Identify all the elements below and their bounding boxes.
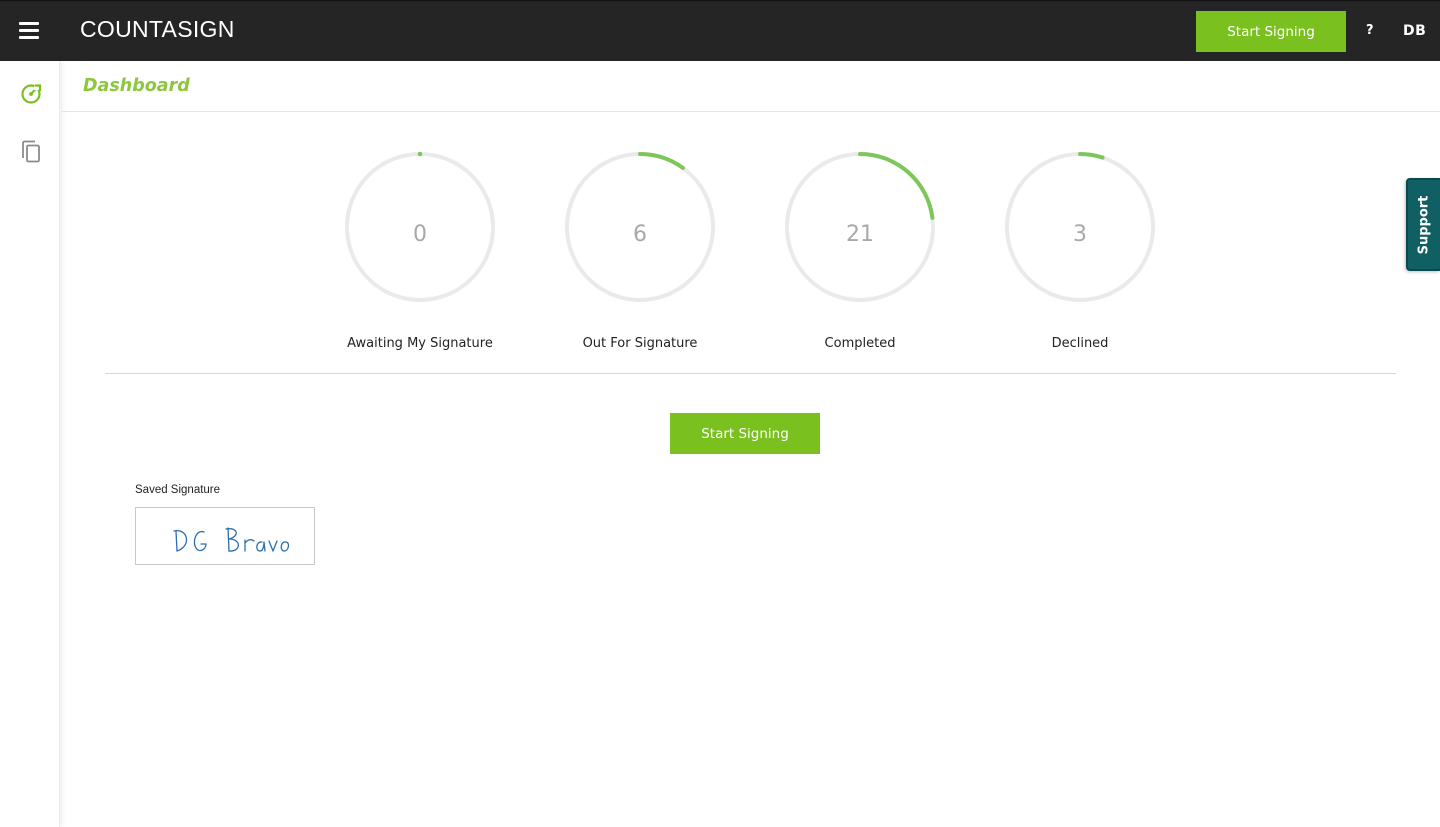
stat-value: 21 [846,222,874,247]
stat-awaiting-my-signature[interactable]: 0 Awaiting My Signature [320,150,520,351]
countasign-logo[interactable]: COUNTASIGN [80,16,235,43]
stat-completed[interactable]: 21 Completed [760,150,960,351]
header-start-signing-button[interactable]: Start Signing [1196,11,1346,52]
stat-value: 6 [633,222,647,247]
hamburger-menu-icon[interactable] [19,22,39,40]
dashboard-gauge-icon[interactable] [20,83,42,105]
start-signing-button[interactable]: Start Signing [670,413,820,454]
support-label: Support [1416,195,1432,254]
stat-label: Awaiting My Signature [347,336,493,351]
stat-label: Out For Signature [582,336,698,351]
page-title: Dashboard [83,76,190,96]
help-button[interactable]: ? [1366,23,1374,38]
support-tab[interactable]: Support [1406,178,1440,271]
documents-copy-icon[interactable] [20,140,42,163]
saved-signature-label: Saved Signature [135,484,221,496]
signature-image [173,527,290,552]
stat-value: 3 [1073,222,1087,247]
logo-text: COUNTASIGN [80,16,235,42]
page-title-bar: Dashboard [61,61,1440,112]
saved-signature-box[interactable] [135,507,315,565]
user-avatar-initials[interactable]: DB [1403,23,1426,39]
section-divider [105,373,1396,374]
top-navigation-bar: COUNTASIGN Start Signing ? DB [0,0,1440,61]
sidebar [0,61,60,827]
stat-out-for-signature[interactable]: 6 Out For Signature [540,150,740,351]
stat-value: 0 [413,222,427,247]
stat-declined[interactable]: 3 Declined [980,150,1180,351]
stat-label: Declined [1051,336,1109,351]
stat-label: Completed [824,336,896,351]
